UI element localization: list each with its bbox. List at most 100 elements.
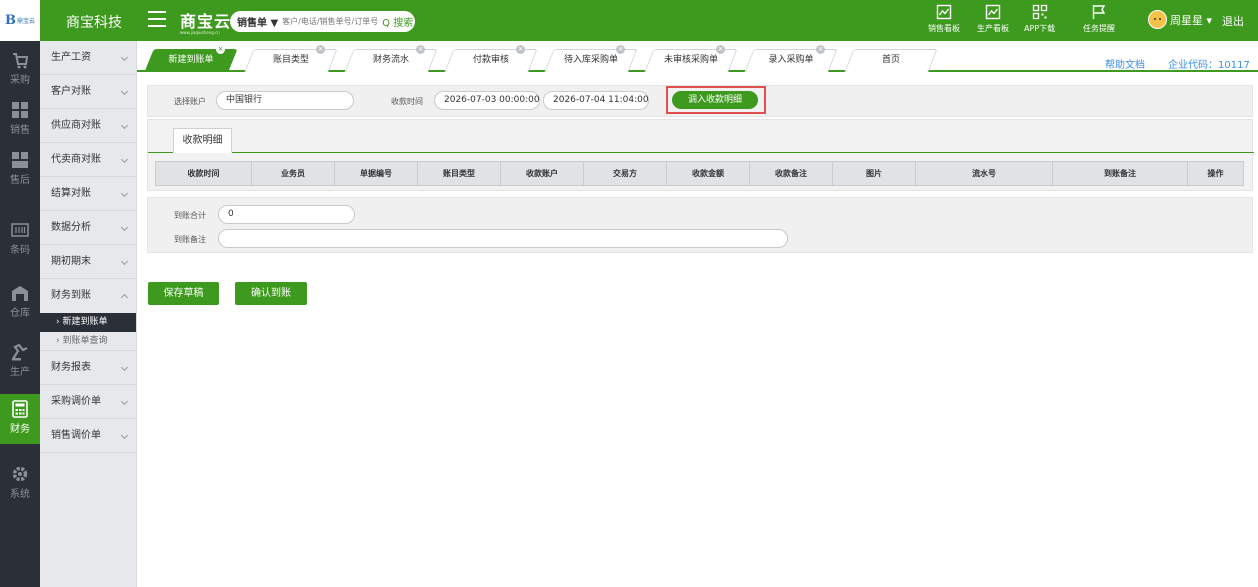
column-header: 账目类型 — [418, 162, 501, 185]
detail-table-header: 收款时间 业务员 单据编号 账目类型 收款账户 交易方 收款金额 收款备注 图片… — [155, 161, 1244, 186]
close-icon[interactable]: × — [416, 45, 425, 54]
receipt-detail-panel: 收款明细 收款时间 业务员 单据编号 账目类型 收款账户 交易方 收款金额 收款… — [147, 119, 1254, 191]
tool-label: APP下载 — [1024, 24, 1056, 33]
receipt-time-label: 收款时间 — [391, 97, 423, 106]
submenu-label: 结算对账 — [51, 188, 91, 199]
close-icon[interactable]: × — [216, 45, 225, 54]
submenu-label: 销售调价单 — [51, 430, 101, 441]
rail-item-barcode[interactable]: 条码 — [0, 215, 40, 265]
submenu-label: 数据分析 — [51, 222, 91, 233]
close-icon[interactable]: × — [716, 45, 725, 54]
barcode-icon — [11, 223, 29, 237]
chevron-down-icon — [120, 121, 129, 130]
app-logo[interactable]: B 鼎宝云 — [0, 0, 40, 41]
submenu-item-purchase-price-adjust[interactable]: 采购调价单 — [40, 385, 136, 419]
close-icon[interactable]: × — [516, 45, 525, 54]
submenu-item-finance-receipt[interactable]: 财务到账 — [40, 279, 136, 313]
tab-enter-po[interactable]: 录入采购单 × — [744, 45, 838, 72]
time-start-field[interactable]: 2026-07-03 00:00:00 — [434, 91, 540, 110]
remark-input[interactable] — [218, 229, 788, 248]
rail-item-aftersale[interactable]: 售后 — [0, 145, 40, 195]
chevron-down-icon — [120, 223, 129, 232]
submenu-label: 财务到账 — [51, 290, 91, 301]
total-field[interactable]: 0 — [218, 205, 355, 224]
rail-item-warehouse[interactable]: 仓库 — [0, 278, 40, 328]
logout-link[interactable]: 退出 — [1222, 13, 1244, 29]
submenu-label: 供应商对账 — [51, 120, 101, 131]
submenu-child-receipt-query[interactable]: › 到账单查询 — [40, 332, 136, 351]
submenu-label: 期初期末 — [51, 256, 91, 267]
help-docs-link[interactable]: 帮助文档 — [1105, 56, 1145, 71]
task-reminder-button[interactable]: 任务提醒 — [1083, 4, 1115, 34]
submenu-child-new-receipt[interactable]: › 新建到账单 — [40, 313, 136, 332]
close-icon[interactable]: × — [316, 45, 325, 54]
close-icon[interactable]: × — [816, 45, 825, 54]
tab-label: 首页 — [881, 55, 900, 65]
rail-item-production[interactable]: 生产 — [0, 337, 40, 387]
import-receipt-details-button[interactable]: 调入收款明细 — [666, 86, 766, 114]
submenu-item-customer-reconcile[interactable]: 客户对账 — [40, 75, 136, 109]
hamburger-menu-icon[interactable] — [148, 11, 166, 27]
column-header: 图片 — [833, 162, 916, 185]
import-button-label: 调入收款明细 — [672, 91, 758, 109]
filter-panel: 选择账户 中国银行 收款时间 2026-07-03 00:00:00 2026-… — [147, 85, 1253, 117]
account-select[interactable]: 中国银行 — [216, 91, 354, 110]
submenu-item-data-analysis[interactable]: 数据分析 — [40, 211, 136, 245]
rail-item-purchase[interactable]: 采购 — [0, 45, 40, 95]
chevron-down-icon — [120, 155, 129, 164]
search-type-select[interactable]: 销售单 ▼ — [230, 14, 282, 29]
app-download-button[interactable]: APP下载 — [1024, 4, 1055, 34]
sales-grid-icon — [12, 102, 28, 118]
tab-finance-flow[interactable]: 财务流水 × — [344, 45, 438, 72]
submenu-item-supplier-reconcile[interactable]: 供应商对账 — [40, 109, 136, 143]
calculator-icon — [12, 400, 28, 418]
rail-label: 销售 — [10, 125, 30, 136]
rail-item-finance[interactable]: 财务 — [0, 394, 40, 444]
chevron-down-icon — [120, 431, 129, 440]
chevron-down-icon — [120, 87, 129, 96]
page-tabs: 新建到账单 × 账目类型 × 财务流水 × 付款审核 × 待入库采购单 × 未审核采购单 ×… — [137, 41, 1258, 72]
rail-label: 仓库 — [10, 308, 30, 319]
rail-item-sales[interactable]: 销售 — [0, 95, 40, 145]
user-menu[interactable]: 周星星 ▾ — [1148, 10, 1212, 29]
submenu-item-period[interactable]: 期初期末 — [40, 245, 136, 279]
submenu-item-settlement[interactable]: 结算对账 — [40, 177, 136, 211]
chart-board-icon — [985, 4, 1001, 20]
tool-label: 销售看板 — [928, 24, 960, 33]
submenu-item-finance-report[interactable]: 财务报表 — [40, 351, 136, 385]
search-input[interactable] — [282, 17, 383, 26]
tool-label: 任务提醒 — [1083, 24, 1115, 33]
sales-board-button[interactable]: 销售看板 — [928, 4, 960, 34]
save-draft-button[interactable]: 保存草稿 — [148, 282, 219, 305]
production-board-button[interactable]: 生产看板 — [977, 4, 1009, 34]
tab-payment-review[interactable]: 付款审核 × — [444, 45, 538, 72]
gear-icon — [12, 466, 28, 482]
logo-letter: B — [4, 13, 16, 28]
submenu-label: 采购调价单 — [51, 396, 101, 407]
tab-home[interactable]: 首页 — [844, 49, 938, 72]
tab-receipt-details[interactable]: 收款明细 — [173, 128, 232, 153]
tab-new-receipt[interactable]: 新建到账单 × — [144, 45, 238, 72]
submenu-item-sales-price-adjust[interactable]: 销售调价单 — [40, 419, 136, 453]
close-icon[interactable]: × — [616, 45, 625, 54]
brand-url: www.jiaqiusheng.cn — [180, 30, 220, 35]
search-button[interactable]: Q 搜索 — [382, 14, 415, 29]
rail-label: 财务 — [10, 424, 30, 435]
tab-account-type[interactable]: 账目类型 × — [244, 45, 338, 72]
confirm-receipt-button[interactable]: 确认到账 — [235, 282, 307, 305]
tab-unreviewed-po[interactable]: 未审核采购单 × — [644, 45, 738, 72]
column-header: 业务员 — [252, 162, 335, 185]
avatar — [1148, 10, 1167, 29]
company-name: 商宝科技 — [66, 15, 122, 31]
chevron-down-icon — [120, 257, 129, 266]
tab-pending-stock-po[interactable]: 待入库采购单 × — [544, 45, 638, 72]
submenu-item-production-wage[interactable]: 生产工资 — [40, 41, 136, 75]
rail-label: 售后 — [10, 175, 30, 186]
brand-name: 商宝云 — [180, 12, 232, 31]
submenu-item-agent-reconcile[interactable]: 代卖商对账 — [40, 143, 136, 177]
time-end-field[interactable]: 2026-07-04 11:04:00 — [543, 91, 649, 110]
logo-small-text: 鼎宝云 — [16, 18, 35, 25]
chevron-down-icon — [120, 53, 129, 62]
column-header: 收款账户 — [501, 162, 584, 185]
rail-item-system[interactable]: 系统 — [0, 459, 40, 509]
